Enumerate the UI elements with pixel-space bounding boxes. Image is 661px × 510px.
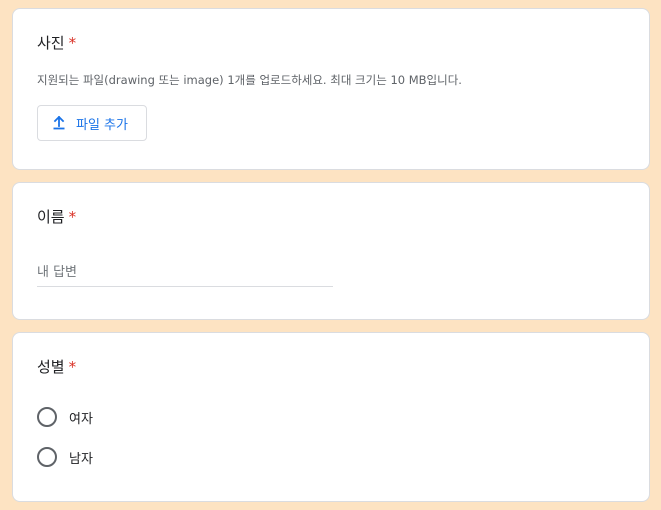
gender-option-male[interactable]: 남자 bbox=[37, 445, 93, 469]
name-title-text: 이름 bbox=[37, 208, 65, 226]
name-answer-input[interactable] bbox=[37, 265, 333, 280]
gender-question-title: 성별 * bbox=[37, 357, 76, 377]
photo-question-card: 사진 * 지원되는 파일(drawing 또는 image) 1개를 업로드하세요… bbox=[12, 8, 650, 170]
upload-icon bbox=[50, 114, 68, 132]
radio-button[interactable] bbox=[37, 407, 57, 427]
option-label: 남자 bbox=[69, 451, 93, 467]
name-question-title: 이름 * bbox=[37, 207, 76, 227]
gender-option-female[interactable]: 여자 bbox=[37, 405, 93, 429]
required-asterisk: * bbox=[68, 358, 77, 376]
radio-button[interactable] bbox=[37, 447, 57, 467]
add-file-button[interactable]: 파일 추가 bbox=[37, 105, 147, 141]
name-answer-field bbox=[37, 259, 333, 287]
upload-hint: 지원되는 파일(drawing 또는 image) 1개를 업로드하세요. 최대… bbox=[37, 73, 462, 87]
gender-title-text: 성별 bbox=[37, 358, 65, 376]
name-question-card: 이름 * bbox=[12, 182, 650, 320]
gender-question-card: 성별 * 여자 남자 bbox=[12, 332, 650, 502]
required-asterisk: * bbox=[68, 208, 77, 226]
photo-question-title: 사진 * bbox=[37, 33, 76, 53]
required-asterisk: * bbox=[68, 34, 77, 52]
add-file-label: 파일 추가 bbox=[76, 117, 128, 133]
photo-title-text: 사진 bbox=[37, 34, 65, 52]
option-label: 여자 bbox=[69, 411, 93, 427]
